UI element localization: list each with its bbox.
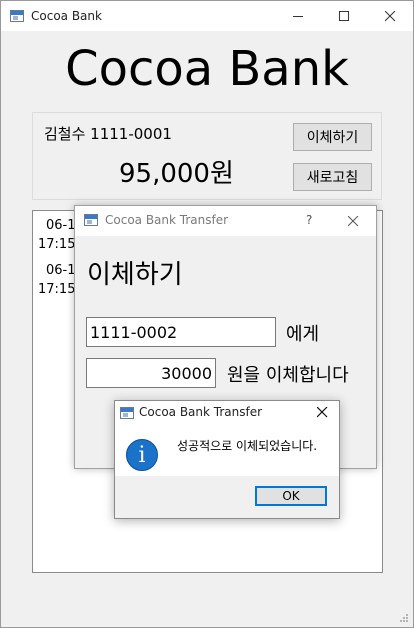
transfer-dialog-heading: 이체하기 — [87, 260, 183, 290]
help-button[interactable]: ? — [306, 213, 312, 227]
transfer-dialog-title: Cocoa Bank Transfer — [105, 213, 229, 227]
main-window-title: Cocoa Bank — [31, 9, 102, 23]
info-icon: i — [126, 439, 158, 471]
minimize-button[interactable] — [275, 1, 321, 31]
transfer-dialog-close-button[interactable] — [330, 206, 376, 236]
close-button[interactable] — [367, 1, 413, 31]
history-item-date: 06-1 — [46, 218, 76, 233]
message-box-footer: OK — [115, 476, 339, 518]
recipient-suffix-label: 에게 — [286, 324, 320, 345]
app-window-icon — [10, 10, 24, 22]
amount-input[interactable] — [86, 358, 216, 388]
close-icon — [385, 11, 396, 22]
success-message-box: Cocoa Bank Transfer i 성공적으로 이체되었습니다. OK — [114, 400, 340, 519]
refresh-button[interactable]: 새로고침 — [293, 163, 372, 191]
app-window-icon — [84, 214, 98, 226]
resize-grip-icon[interactable] — [399, 613, 409, 623]
recipient-account-input[interactable] — [86, 317, 276, 347]
app-window-icon — [120, 407, 134, 419]
main-title-bar[interactable]: Cocoa Bank — [1, 1, 413, 31]
app-heading: Cocoa Bank — [65, 41, 349, 97]
account-owner-label: 김철수 1111-0001 — [44, 125, 172, 143]
close-icon — [348, 216, 359, 227]
balance-label: 95,000원 — [119, 159, 234, 189]
history-item-date: 06-1 — [46, 263, 76, 278]
minimize-icon — [293, 16, 303, 17]
maximize-icon — [339, 11, 349, 21]
ok-button[interactable]: OK — [255, 486, 327, 506]
message-box-close-button[interactable] — [311, 401, 335, 425]
message-box-title: Cocoa Bank Transfer — [139, 405, 263, 419]
amount-suffix-label: 원을 이체합니다 — [227, 365, 349, 386]
transfer-button[interactable]: 이체하기 — [293, 123, 372, 151]
transfer-dialog-title-bar[interactable]: Cocoa Bank Transfer ? — [75, 206, 376, 236]
message-text: 성공적으로 이체되었습니다. — [177, 439, 318, 453]
close-icon — [317, 407, 328, 418]
message-box-title-bar[interactable]: Cocoa Bank Transfer — [115, 401, 339, 425]
maximize-button[interactable] — [321, 1, 367, 31]
